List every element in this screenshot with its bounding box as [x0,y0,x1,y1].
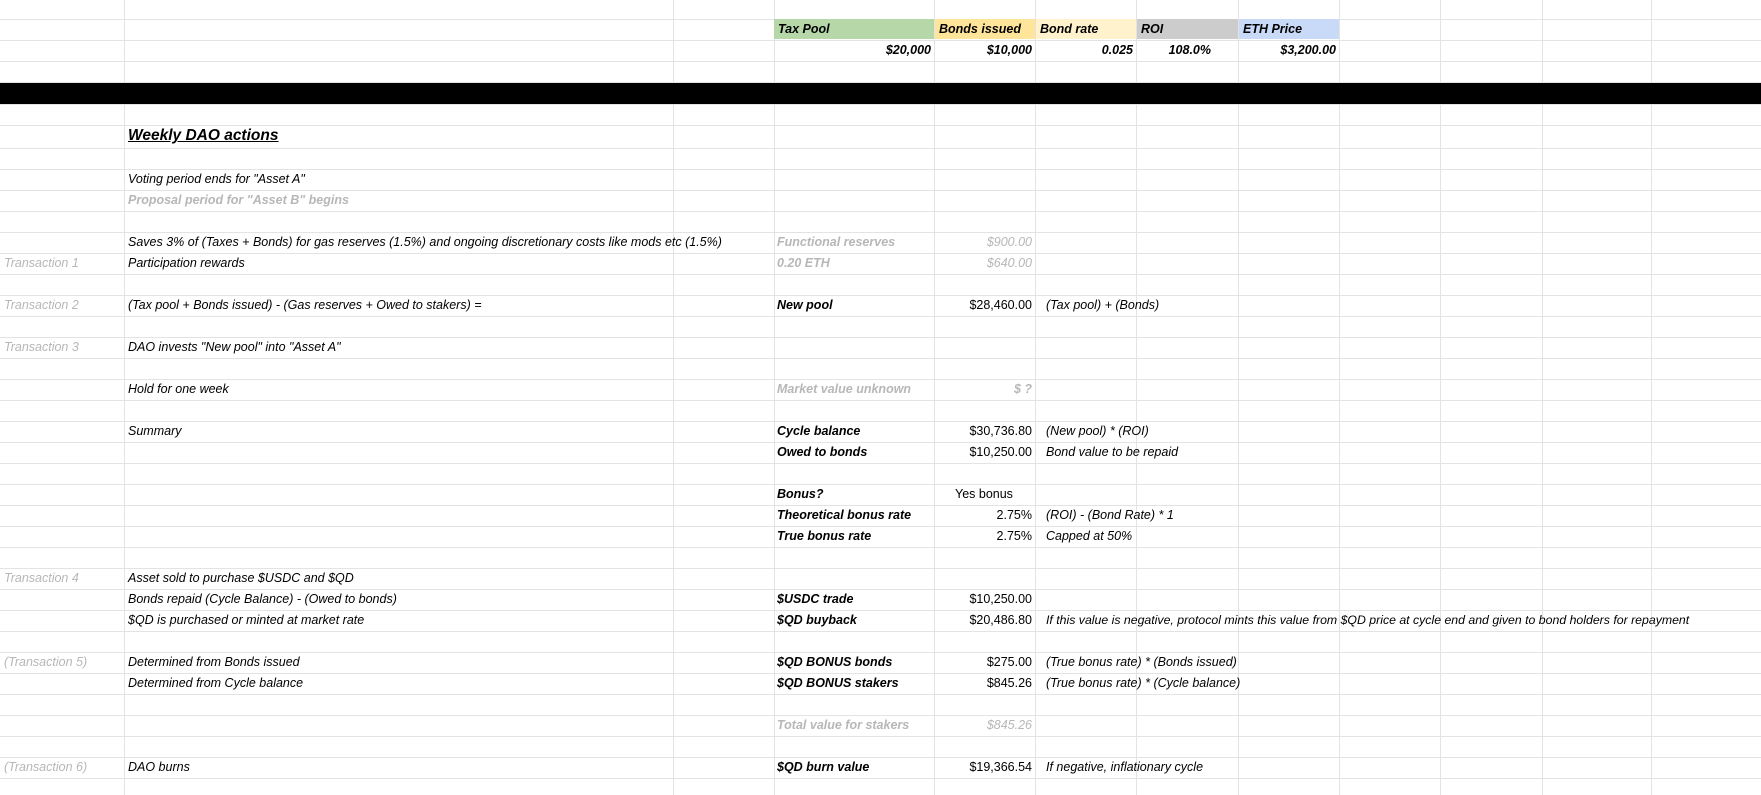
participation-rewards-text[interactable]: Participation rewards [128,254,245,273]
proposal-period-text[interactable]: Proposal period for "Asset B" begins [128,191,349,210]
qd-bonus-bonds-note[interactable]: (True bonus rate) * (Bonds issued) [1046,653,1237,672]
qd-burn-value-label[interactable]: $QD burn value [777,758,869,777]
qd-bonus-bonds-value[interactable]: $275.00 [935,653,1032,672]
roi-value[interactable]: 108.0% [1137,41,1211,60]
transaction-5-label[interactable]: (Transaction 5) [4,653,87,672]
total-value-stakers-value[interactable]: $845.26 [935,716,1032,735]
new-pool-label[interactable]: New pool [777,296,833,315]
transaction-2-formula-text[interactable]: (Tax pool + Bonds issued) - (Gas reserve… [128,296,482,315]
qd-bonus-stakers-label[interactable]: $QD BONUS stakers [777,674,899,693]
bonus-value[interactable]: Yes bonus [955,485,1013,504]
new-pool-note[interactable]: (Tax pool) + (Bonds) [1046,296,1159,315]
usdc-trade-value[interactable]: $10,250.00 [935,590,1032,609]
transaction-6-label[interactable]: (Transaction 6) [4,758,87,777]
eth-price-value[interactable]: $3,200.00 [1239,41,1336,60]
market-value-value[interactable]: $ ? [935,380,1032,399]
eth-amount[interactable]: 0.20 ETH [777,254,830,273]
header-bond-rate[interactable]: Bond rate [1036,19,1136,39]
qd-bonus-stakers-note[interactable]: (True bonus rate) * (Cycle balance) [1046,674,1240,693]
eth-value[interactable]: $640.00 [935,254,1032,273]
bonds-issued-value[interactable]: $10,000 [935,41,1032,60]
theoretical-bonus-note[interactable]: (ROI) - (Bond Rate) * 1 [1046,506,1174,525]
transaction-2-label[interactable]: Transaction 2 [4,296,79,315]
theoretical-bonus-value[interactable]: 2.75% [935,506,1032,525]
qd-burn-value[interactable]: $19,366.54 [935,758,1032,777]
cycle-balance-value[interactable]: $30,736.80 [935,422,1032,441]
owed-to-bonds-note[interactable]: Bond value to be repaid [1046,443,1178,462]
usdc-trade-label[interactable]: $USDC trade [777,590,853,609]
bonus-stakers-source-text[interactable]: Determined from Cycle balance [128,674,303,693]
voting-period-text[interactable]: Voting period ends for "Asset A" [128,170,305,189]
tax-pool-value[interactable]: $20,000 [774,41,931,60]
header-roi[interactable]: ROI [1137,19,1238,39]
true-bonus-value[interactable]: 2.75% [935,527,1032,546]
bond-rate-value[interactable]: 0.025 [1036,41,1133,60]
bonus-label[interactable]: Bonus? [777,485,824,504]
separator-bar [0,83,1761,104]
header-bonds-issued[interactable]: Bonds issued [935,19,1035,39]
new-pool-value[interactable]: $28,460.00 [935,296,1032,315]
qd-buyback-note[interactable]: If this value is negative, protocol mint… [1046,611,1689,630]
transaction-1-label[interactable]: Transaction 1 [4,254,79,273]
qd-bonus-bonds-label[interactable]: $QD BONUS bonds [777,653,892,672]
cycle-balance-label[interactable]: Cycle balance [777,422,860,441]
bonus-bonds-source-text[interactable]: Determined from Bonds issued [128,653,300,672]
functional-reserves-label[interactable]: Functional reserves [777,233,895,252]
dao-burns-text[interactable]: DAO burns [128,758,190,777]
true-bonus-note[interactable]: Capped at 50% [1046,527,1132,546]
theoretical-bonus-label[interactable]: Theoretical bonus rate [777,506,911,525]
header-eth-price[interactable]: ETH Price [1239,19,1339,39]
cycle-balance-note[interactable]: (New pool) * (ROI) [1046,422,1149,441]
owed-to-bonds-value[interactable]: $10,250.00 [935,443,1032,462]
header-tax-pool[interactable]: Tax Pool [774,19,934,39]
qd-purchase-text[interactable]: $QD is purchased or minted at market rat… [128,611,364,630]
asset-sold-text[interactable]: Asset sold to purchase $USDC and $QD [128,569,354,588]
hold-text[interactable]: Hold for one week [128,380,229,399]
summary-text[interactable]: Summary [128,422,181,441]
qd-bonus-stakers-value[interactable]: $845.26 [935,674,1032,693]
owed-to-bonds-label[interactable]: Owed to bonds [777,443,867,462]
functional-reserves-value[interactable]: $900.00 [935,233,1032,252]
section-title[interactable]: Weekly DAO actions [128,125,278,147]
market-value-label[interactable]: Market value unknown [777,380,911,399]
qd-burn-note[interactable]: If negative, inflationary cycle [1046,758,1203,777]
transaction-4-label[interactable]: Transaction 4 [4,569,79,588]
qd-buyback-value[interactable]: $20,486.80 [935,611,1032,630]
bonds-repaid-text[interactable]: Bonds repaid (Cycle Balance) - (Owed to … [128,590,397,609]
total-value-stakers-label[interactable]: Total value for stakers [777,716,909,735]
transaction-3-label[interactable]: Transaction 3 [4,338,79,357]
saves-reserves-text[interactable]: Saves 3% of (Taxes + Bonds) for gas rese… [128,233,722,252]
invest-text[interactable]: DAO invests "New pool" into "Asset A" [128,338,341,357]
qd-buyback-label[interactable]: $QD buyback [777,611,857,630]
true-bonus-label[interactable]: True bonus rate [777,527,871,546]
